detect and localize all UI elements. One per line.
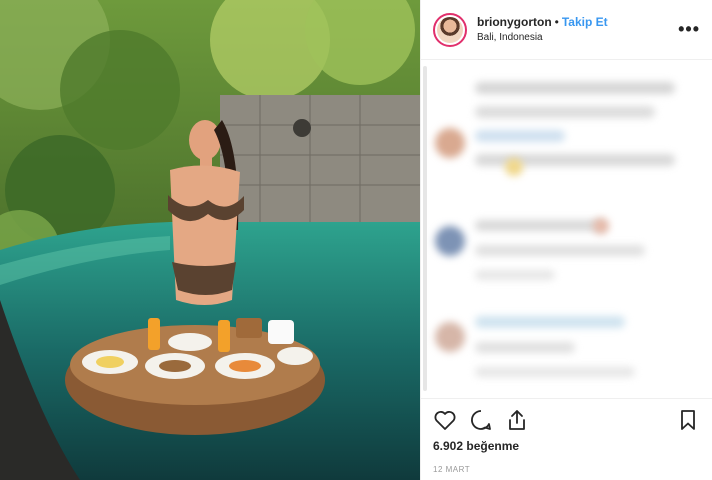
likes-number: 6.902: [433, 439, 464, 453]
blurred-caption: [475, 82, 675, 166]
blurred-avatar: [435, 322, 465, 352]
follow-button[interactable]: Takip Et: [562, 15, 608, 29]
blurred-avatar: [435, 128, 465, 158]
comments-section: [421, 60, 712, 398]
bookmark-icon[interactable]: [676, 408, 700, 432]
separator-dot: •: [554, 15, 559, 29]
post-header: brionygorton • Takip Et Bali, Indonesia ••…: [421, 0, 712, 60]
blurred-comment: [475, 316, 635, 377]
blurred-emoji: [505, 158, 523, 176]
blurred-comment: [475, 220, 645, 280]
header-text: brionygorton • Takip Et Bali, Indonesia: [477, 14, 678, 45]
share-icon[interactable]: [505, 408, 529, 432]
instagram-post: brionygorton • Takip Et Bali, Indonesia ••…: [0, 0, 712, 480]
heart-icon[interactable]: [433, 408, 457, 432]
username-link[interactable]: brionygorton: [477, 15, 552, 29]
likes-label: beğenme: [466, 439, 520, 453]
avatar[interactable]: [433, 12, 467, 47]
comments-scrollbar[interactable]: [423, 66, 427, 391]
comment-icon[interactable]: [469, 408, 493, 432]
blurred-avatar: [435, 226, 465, 256]
likes-count[interactable]: 6.902 beğenme: [433, 439, 700, 453]
blurred-emoji: [593, 218, 609, 234]
post-photo[interactable]: [0, 0, 420, 480]
avatar-image: [437, 16, 463, 43]
location-link[interactable]: Bali, Indonesia: [477, 30, 678, 45]
more-options-icon[interactable]: •••: [678, 19, 700, 40]
actions-bar: 6.902 beğenme 12 MART: [421, 398, 712, 474]
post-date: 12 MART: [433, 465, 471, 474]
action-icons: [433, 403, 700, 437]
post-side-panel: brionygorton • Takip Et Bali, Indonesia ••…: [420, 0, 712, 480]
